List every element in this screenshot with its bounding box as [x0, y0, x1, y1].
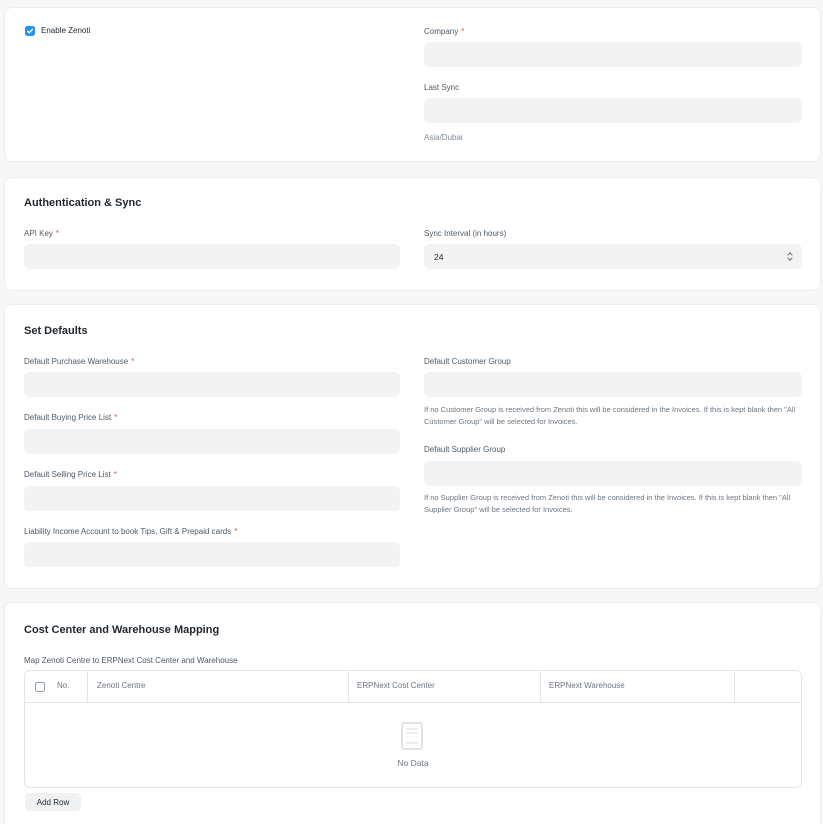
customer-group-label: Default Customer Group	[424, 357, 511, 366]
supplier-group-field[interactable]	[424, 461, 802, 486]
set-defaults-card: Set Defaults Default Purchase Warehouse *…	[4, 304, 821, 589]
api-key-input[interactable]	[24, 244, 400, 269]
enable-zenoti-checkbox[interactable]	[25, 26, 35, 36]
required-marker: *	[113, 470, 117, 479]
required-marker: *	[55, 229, 60, 238]
sync-interval-value: 24	[434, 252, 444, 262]
column-header-cost-center: ERPNext Cost Center	[357, 681, 435, 690]
enable-zenoti-label: Enable Zenoti	[41, 26, 91, 35]
purchase-warehouse-label: Default Purchase Warehouse *	[24, 357, 135, 366]
section-title: Cost Center and Warehouse Mapping	[24, 624, 220, 636]
stepper-arrows-icon[interactable]	[787, 251, 793, 262]
no-data-icon	[401, 722, 423, 750]
table-header: No. Zenoti Centre ERPNext Cost Center ER…	[25, 671, 801, 703]
customer-group-field[interactable]	[424, 372, 802, 397]
sync-interval-label: Sync Interval (in hours)	[424, 229, 507, 238]
section-title: Set Defaults	[24, 325, 88, 337]
required-marker: *	[114, 413, 118, 422]
liability-account-label: Liability Income Account to book Tips, G…	[24, 527, 238, 536]
mapping-table-label: Map Zenoti Centre to ERPNext Cost Center…	[24, 656, 238, 665]
mapping-card: Cost Center and Warehouse Mapping Map Ze…	[4, 602, 821, 824]
column-header-no: No.	[57, 681, 70, 690]
selling-price-list-label: Default Selling Price List *	[24, 470, 117, 479]
no-data-text: No Data	[397, 758, 429, 768]
supplier-group-description: If no Supplier Group is received from Ze…	[424, 493, 791, 514]
buying-price-list-field[interactable]	[24, 429, 400, 454]
last-sync-label: Last Sync	[424, 83, 460, 92]
required-marker: *	[131, 357, 135, 366]
last-sync-field[interactable]	[424, 98, 802, 123]
sync-interval-input[interactable]: 24	[424, 244, 802, 269]
mapping-table: No. Zenoti Centre ERPNext Cost Center ER…	[24, 670, 802, 788]
selling-price-list-field[interactable]	[24, 486, 400, 511]
add-row-button[interactable]: Add Row	[25, 793, 81, 811]
timezone-text: Asia/Dubai	[424, 133, 463, 142]
select-all-checkbox[interactable]	[35, 682, 45, 692]
supplier-group-label: Default Supplier Group	[424, 445, 506, 454]
checkmark-icon	[26, 28, 34, 34]
buying-price-list-label: Default Buying Price List *	[24, 413, 118, 422]
required-marker: *	[234, 527, 238, 536]
column-header-zenoti-centre: Zenoti Centre	[97, 681, 146, 690]
api-key-label: API Key *	[24, 229, 60, 238]
customer-group-description: If no Customer Group is received from Ze…	[424, 405, 796, 426]
company-field[interactable]	[424, 42, 802, 67]
purchase-warehouse-field[interactable]	[24, 372, 400, 397]
general-settings-card: Enable Zenoti Company * Last Sync Asia/Du…	[4, 7, 821, 162]
company-label: Company *	[424, 27, 465, 36]
section-title: Authentication & Sync	[24, 197, 142, 209]
liability-account-field[interactable]	[24, 542, 400, 567]
authentication-sync-card: Authentication & Sync API Key * Sync Inte…	[4, 177, 821, 291]
required-marker: *	[461, 27, 465, 36]
column-header-warehouse: ERPNext Warehouse	[549, 681, 625, 690]
